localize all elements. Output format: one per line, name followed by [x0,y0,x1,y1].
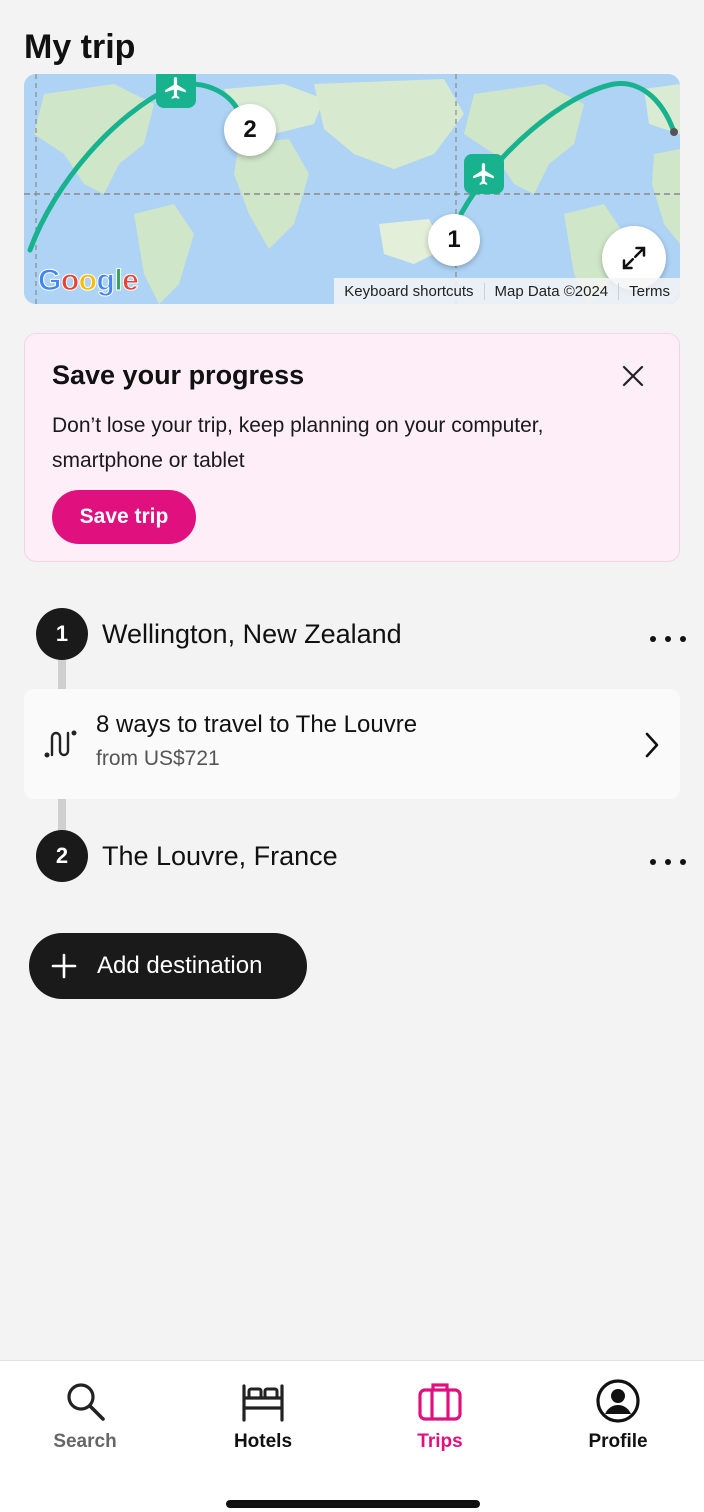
save-card-description: Don’t lose your trip, keep planning on y… [52,414,544,472]
search-icon [61,1377,109,1425]
page-title: My trip [24,28,136,66]
tab-label: Profile [588,1431,648,1452]
save-progress-card: Save your progress Don’t lose your trip,… [24,333,680,562]
bottom-tab-bar: Search Hotels Trips Profile [0,1360,704,1512]
profile-icon [594,1377,642,1425]
stop-name[interactable]: The Louvre, France [102,841,338,872]
map-attribution: Keyboard shortcuts Map Data ©2024 Terms [334,278,680,304]
app-screen: My trip 2 1 Google Keyboard shortcuts Ma… [0,0,704,1512]
plus-icon [51,953,77,979]
dot [680,636,686,642]
trip-map[interactable]: 2 1 Google Keyboard shortcuts Map Data ©… [24,74,680,304]
tab-trips[interactable]: Trips [380,1377,500,1457]
timeline-connector [58,799,66,833]
save-trip-button[interactable]: Save trip [52,490,196,544]
airplane-icon [464,154,504,194]
expand-icon [622,246,646,270]
bed-icon [239,1377,287,1425]
transport-price: from US$721 [96,747,220,770]
tab-search[interactable]: Search [25,1377,145,1457]
save-card-title: Save your progress [52,360,305,390]
transport-title: 8 ways to travel to The Louvre [96,711,418,738]
map-pin-1[interactable]: 1 [428,214,480,266]
add-destination-button[interactable]: Add destination [29,933,307,999]
terms-link[interactable]: Terms [619,283,680,300]
dot [680,859,686,865]
google-logo: Google [38,264,140,298]
tab-label: Trips [417,1431,463,1452]
close-card-button[interactable] [617,360,649,392]
stop-number-badge: 1 [36,608,88,660]
timeline-connector [58,660,66,690]
home-indicator [226,1500,480,1508]
tab-label: Hotels [233,1431,293,1452]
dot [650,636,656,642]
tab-profile[interactable]: Profile [558,1377,678,1457]
stop-number-badge: 2 [36,830,88,882]
close-icon [622,365,644,387]
transport-options-card[interactable]: 8 ways to travel to The Louvre from US$7… [24,689,680,799]
tab-hotels[interactable]: Hotels [203,1377,323,1457]
suitcase-icon [416,1377,464,1425]
dot [665,636,671,642]
dot [665,859,671,865]
chevron-right-icon [645,732,659,758]
stop-name[interactable]: Wellington, New Zealand [102,619,402,650]
dot [650,859,656,865]
map-data-label: Map Data ©2024 [485,282,620,300]
route-icon [44,730,77,758]
more-options-button[interactable] [650,629,686,649]
map-pin-2[interactable]: 2 [224,104,276,156]
more-options-button[interactable] [650,852,686,872]
airplane-icon [156,74,196,108]
tab-label: Search [53,1431,117,1452]
keyboard-shortcuts-link[interactable]: Keyboard shortcuts [334,282,485,300]
add-destination-label: Add destination [97,952,263,979]
